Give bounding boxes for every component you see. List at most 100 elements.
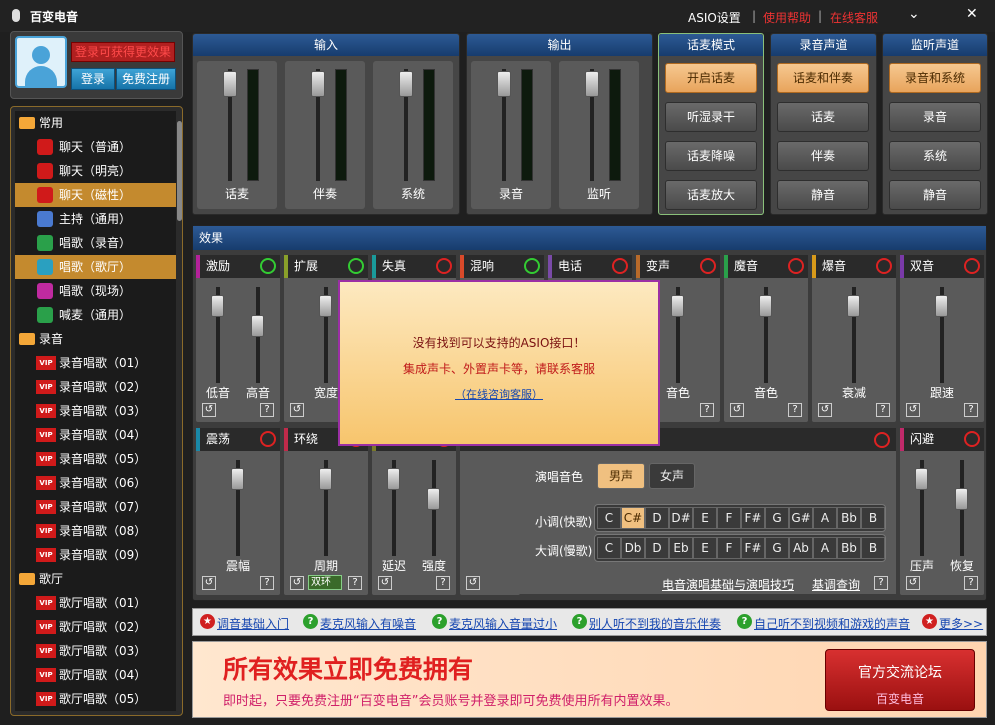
preset-item[interactable]: VIP 歌厅唱歌（02） [15,615,176,639]
preset-item[interactable]: VIP 录音唱歌（06） [15,471,176,495]
key-button[interactable]: F [717,507,741,529]
volume-fader[interactable] [497,71,511,97]
help-link[interactable]: 使用帮助 [763,9,811,26]
key-button[interactable]: F# [741,537,765,559]
key-button[interactable]: D [645,507,669,529]
effect-slider[interactable] [847,295,860,317]
effect-header[interactable]: 变声 [636,255,720,278]
dialog-service-link[interactable]: （在线咨询客服） [340,386,658,402]
effect-header[interactable]: 闪避 [900,428,984,451]
power-icon[interactable] [524,258,540,274]
effect-slider[interactable] [387,468,400,490]
asio-settings-link[interactable]: ASIO设置 [688,9,741,26]
menu-button[interactable]: ⌄ [908,6,920,22]
surround-select[interactable]: 双环 [308,575,342,590]
tip-link[interactable]: 更多>> [939,615,983,632]
help-icon[interactable]: ? [964,403,978,417]
preset-item[interactable]: 聊天（普通） [15,135,176,159]
power-icon[interactable] [876,258,892,274]
tip-link[interactable]: 调音基础入门 [217,615,289,632]
effect-slider[interactable] [427,488,440,510]
effect-header[interactable]: 魔音 [724,255,808,278]
key-button[interactable]: E [693,537,717,559]
reset-icon[interactable]: ↺ [906,576,920,590]
mic-mode-button[interactable]: 话麦放大 [665,180,757,210]
help-icon[interactable]: ? [700,403,714,417]
effect-header[interactable]: 震荡 [196,428,280,451]
help-icon[interactable]: ? [260,403,274,417]
effect-header[interactable]: 扩展 [284,255,368,278]
key-button[interactable]: Ab [789,537,813,559]
key-button[interactable]: F [717,537,741,559]
preset-item[interactable]: VIP 歌厅唱歌（01） [15,591,176,615]
power-icon[interactable] [964,258,980,274]
effect-header[interactable]: 失真 [372,255,456,278]
power-icon[interactable] [700,258,716,274]
key-button[interactable]: C [597,537,621,559]
effect-slider[interactable] [319,295,332,317]
key-button[interactable]: D [645,537,669,559]
help-icon[interactable]: ? [964,576,978,590]
mon-mode-button[interactable]: 录音 [889,102,981,132]
key-button[interactable]: G [765,537,789,559]
preset-item[interactable]: VIP 歌厅唱歌（04） [15,663,176,687]
volume-fader[interactable] [223,71,237,97]
effect-header[interactable]: 爆音 [812,255,896,278]
power-icon[interactable] [788,258,804,274]
mic-mode-button[interactable]: 话麦降噪 [665,141,757,171]
mic-mode-button[interactable]: 开启话麦 [665,63,757,93]
preset-item[interactable]: VIP 录音唱歌（08） [15,519,176,543]
reset-icon[interactable]: ↺ [730,403,744,417]
reset-icon[interactable]: ↺ [378,576,392,590]
avatar[interactable] [15,36,67,88]
effect-slider[interactable] [915,468,928,490]
key-button[interactable]: Eb [669,537,693,559]
rec-mode-button[interactable]: 静音 [777,180,869,210]
preset-item[interactable]: VIP 歌厅唱歌（05） [15,687,176,711]
mon-mode-button[interactable]: 系统 [889,141,981,171]
rec-mode-button[interactable]: 话麦 [777,102,869,132]
key-button[interactable]: G# [789,507,813,529]
preset-item[interactable]: VIP 录音唱歌（03） [15,399,176,423]
basics-link[interactable]: 电音演唱基础与演唱技巧 [662,576,794,593]
reset-icon[interactable]: ↺ [466,576,480,590]
reset-icon[interactable]: ↺ [202,576,216,590]
effect-slider[interactable] [759,295,772,317]
preset-item[interactable]: 主持（通用） [15,207,176,231]
male-voice-button[interactable]: 男声 [597,463,645,489]
effect-slider[interactable] [211,295,224,317]
help-icon[interactable]: ? [788,403,802,417]
power-icon[interactable] [874,432,890,448]
tip-link[interactable]: 麦克风输入有噪音 [320,615,416,632]
online-service-link[interactable]: 在线客服 [830,9,878,26]
reset-icon[interactable]: ↺ [818,403,832,417]
help-icon[interactable]: ? [876,403,890,417]
preset-item[interactable]: VIP 歌厅唱歌（03） [15,639,176,663]
group-2[interactable]: 歌厅 [15,567,176,591]
preset-item[interactable]: VIP 录音唱歌（02） [15,375,176,399]
effect-slider[interactable] [319,468,332,490]
preset-item[interactable]: VIP 录音唱歌（04） [15,423,176,447]
login-button[interactable]: 登录 [71,68,115,90]
close-button[interactable]: ✕ [966,6,978,22]
effect-slider[interactable] [251,315,264,337]
volume-fader[interactable] [311,71,325,97]
mon-mode-button[interactable]: 录音和系统 [889,63,981,93]
key-button[interactable]: Bb [837,537,861,559]
female-voice-button[interactable]: 女声 [649,463,695,489]
effect-header[interactable]: 双音 [900,255,984,278]
key-button[interactable]: A [813,537,837,559]
help-icon[interactable]: ? [874,576,888,590]
power-icon[interactable] [260,258,276,274]
key-button[interactable]: B [861,537,885,559]
effect-slider[interactable] [231,468,244,490]
power-icon[interactable] [348,258,364,274]
key-button[interactable]: B [861,507,885,529]
reset-icon[interactable]: ↺ [290,576,304,590]
tip-link[interactable]: 麦克风输入音量过小 [449,615,557,632]
preset-item[interactable]: 聊天（磁性） [15,183,176,207]
preset-item[interactable]: VIP 录音唱歌（07） [15,495,176,519]
group-1[interactable]: 录音 [15,327,176,351]
preset-item[interactable]: VIP 录音唱歌（01） [15,351,176,375]
help-icon[interactable]: ? [260,576,274,590]
